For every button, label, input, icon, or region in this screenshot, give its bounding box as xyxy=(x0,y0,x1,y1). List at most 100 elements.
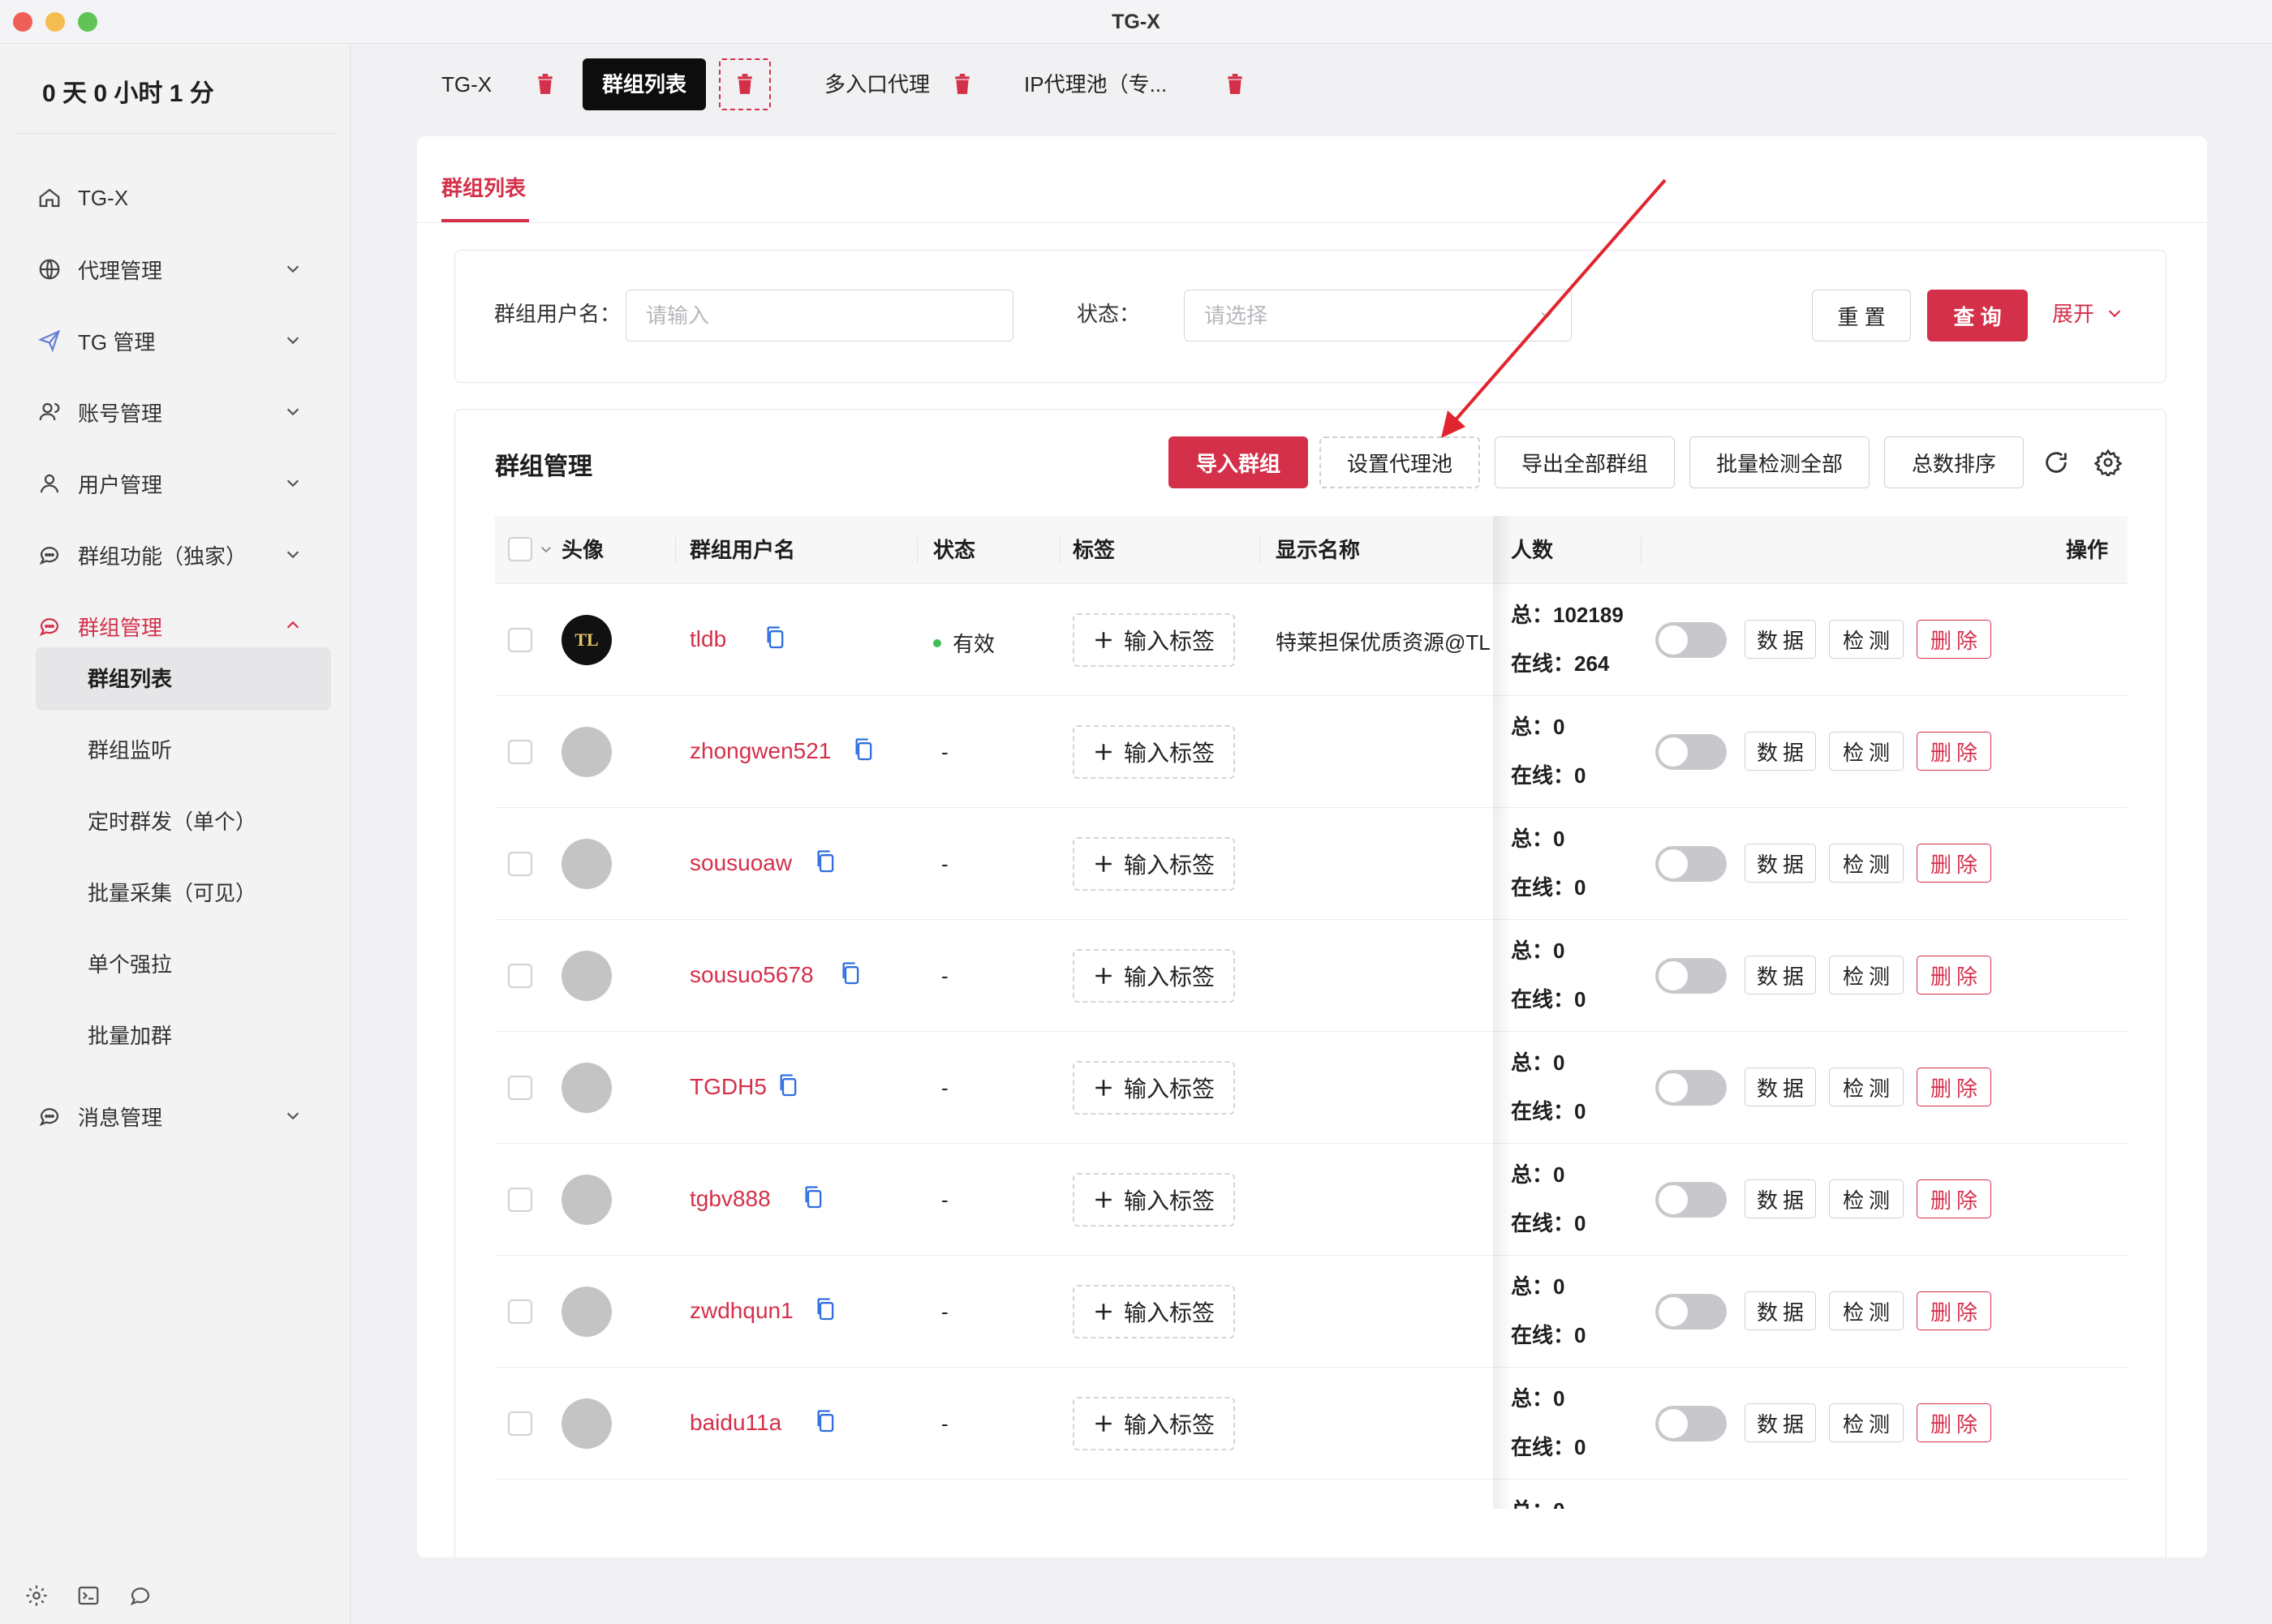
delete-button[interactable]: 删除 xyxy=(1917,956,1991,995)
enable-toggle[interactable] xyxy=(1655,1070,1727,1106)
enable-toggle[interactable] xyxy=(1655,1182,1727,1218)
copy-icon[interactable] xyxy=(803,1184,825,1210)
data-button[interactable]: 数据 xyxy=(1745,620,1816,659)
status-filter-select[interactable]: 请选择 xyxy=(1184,290,1572,342)
delete-button[interactable]: 删除 xyxy=(1917,1068,1991,1106)
settings-icon[interactable] xyxy=(23,1582,50,1609)
input-tag-button[interactable]: 输入标签 xyxy=(1073,837,1235,891)
check-button[interactable]: 检测 xyxy=(1829,1179,1904,1218)
tab-tgx[interactable]: TG-X xyxy=(422,58,511,110)
data-button[interactable]: 数据 xyxy=(1745,844,1816,883)
chevron-down-icon[interactable] xyxy=(539,542,553,556)
set-proxy-pool-button[interactable]: 设置代理池 xyxy=(1319,436,1480,488)
enable-toggle[interactable] xyxy=(1655,1294,1727,1330)
group-username-link[interactable]: tldb xyxy=(690,626,726,652)
delete-button[interactable]: 删除 xyxy=(1917,732,1991,771)
input-tag-button[interactable]: 输入标签 xyxy=(1073,949,1235,1003)
input-tag-button[interactable]: 输入标签 xyxy=(1073,1061,1235,1115)
enable-toggle[interactable] xyxy=(1655,958,1727,994)
data-button[interactable]: 数据 xyxy=(1745,1291,1816,1330)
group-username-link[interactable]: sousuoaw xyxy=(690,850,792,876)
row-checkbox[interactable] xyxy=(508,964,532,988)
check-button[interactable]: 检测 xyxy=(1829,844,1904,883)
data-button[interactable]: 数据 xyxy=(1745,732,1816,771)
sidebar-item-group-management[interactable]: 群组管理 xyxy=(36,602,312,651)
sidebar-subitem-batch-join[interactable]: 批量加群 xyxy=(36,1004,331,1068)
sidebar-subitem-single-pull[interactable]: 单个强拉 xyxy=(36,933,331,996)
row-checkbox[interactable] xyxy=(508,1411,532,1436)
check-button[interactable]: 检测 xyxy=(1829,1068,1904,1106)
close-tab-group-list-button[interactable] xyxy=(719,58,771,110)
group-username-link[interactable]: baidu11a xyxy=(690,1410,781,1436)
sidebar-item-accounts[interactable]: 账号管理 xyxy=(36,388,312,436)
check-button[interactable]: 检测 xyxy=(1829,1403,1904,1442)
copy-icon[interactable] xyxy=(815,1296,837,1322)
sidebar-item-tgx[interactable]: TG-X xyxy=(36,174,312,222)
row-checkbox[interactable] xyxy=(508,628,532,652)
export-all-groups-button[interactable]: 导出全部群组 xyxy=(1495,436,1675,488)
close-tab-tgx-button[interactable] xyxy=(519,58,571,110)
sidebar-subitem-group-list[interactable]: 群组列表 xyxy=(36,647,331,711)
delete-button[interactable]: 删除 xyxy=(1917,1291,1991,1330)
row-checkbox[interactable] xyxy=(508,852,532,876)
sidebar-item-tg[interactable]: TG 管理 xyxy=(36,316,312,365)
copy-icon[interactable] xyxy=(853,737,876,763)
close-tab-ip-proxy-pool-button[interactable] xyxy=(1209,58,1261,110)
sidebar-item-messages[interactable]: 消息管理 xyxy=(36,1092,312,1141)
sidebar-item-users[interactable]: 用户管理 xyxy=(36,459,312,508)
sidebar-item-proxy[interactable]: 代理管理 xyxy=(36,245,312,294)
copy-icon[interactable] xyxy=(777,1072,800,1098)
check-button[interactable]: 检测 xyxy=(1829,620,1904,659)
page-tab-group-list[interactable]: 群组列表 xyxy=(441,172,526,202)
copy-icon[interactable] xyxy=(840,960,863,986)
group-username-link[interactable]: TGDH5 xyxy=(690,1074,767,1100)
tab-group-list[interactable]: 群组列表 xyxy=(583,58,707,110)
data-button[interactable]: 数据 xyxy=(1745,1068,1816,1106)
sort-by-total-button[interactable]: 总数排序 xyxy=(1884,436,2024,488)
input-tag-button[interactable]: 输入标签 xyxy=(1073,1285,1235,1338)
data-button[interactable]: 数据 xyxy=(1745,956,1816,995)
group-username-link[interactable]: zhongwen521 xyxy=(690,738,831,764)
batch-check-all-button[interactable]: 批量检测全部 xyxy=(1689,436,1870,488)
delete-button[interactable]: 删除 xyxy=(1917,844,1991,883)
enable-toggle[interactable] xyxy=(1655,734,1727,770)
delete-button[interactable]: 删除 xyxy=(1917,1403,1991,1442)
group-username-link[interactable]: tgbv888 xyxy=(690,1186,771,1212)
enable-toggle[interactable] xyxy=(1655,846,1727,882)
input-tag-button[interactable]: 输入标签 xyxy=(1073,1173,1235,1227)
refresh-icon[interactable] xyxy=(2040,446,2072,479)
sidebar-subitem-batch-collect[interactable]: 批量采集（可见） xyxy=(36,861,331,925)
data-button[interactable]: 数据 xyxy=(1745,1403,1816,1442)
copy-icon[interactable] xyxy=(815,1408,837,1434)
input-tag-button[interactable]: 输入标签 xyxy=(1073,613,1235,667)
sidebar-item-group-features[interactable]: 群组功能（独家） xyxy=(36,531,312,579)
reset-button[interactable]: 重 置 xyxy=(1812,290,1911,342)
enable-toggle[interactable] xyxy=(1655,1406,1727,1441)
delete-button[interactable]: 删除 xyxy=(1917,620,1991,659)
tab-multi-entry-proxy[interactable]: 多入口代理 xyxy=(805,58,949,110)
close-tab-multi-entry-proxy-button[interactable] xyxy=(936,58,988,110)
enable-toggle[interactable] xyxy=(1655,622,1727,658)
row-checkbox[interactable] xyxy=(508,1188,532,1212)
column-settings-icon[interactable] xyxy=(2092,446,2124,479)
chat-icon[interactable] xyxy=(127,1582,154,1609)
data-button[interactable]: 数据 xyxy=(1745,1179,1816,1218)
tab-ip-proxy-pool[interactable]: IP代理池（专... xyxy=(1005,58,1186,110)
query-button[interactable]: 查 询 xyxy=(1927,290,2028,342)
row-checkbox[interactable] xyxy=(508,740,532,764)
sidebar-subitem-group-monitor[interactable]: 群组监听 xyxy=(36,719,331,782)
terminal-icon[interactable] xyxy=(75,1582,102,1609)
group-username-link[interactable]: sousuo5678 xyxy=(690,962,814,988)
input-tag-button[interactable]: 输入标签 xyxy=(1073,1397,1235,1450)
check-button[interactable]: 检测 xyxy=(1829,732,1904,771)
row-checkbox[interactable] xyxy=(508,1076,532,1100)
username-filter-input[interactable]: 请输入 xyxy=(626,290,1013,342)
select-all-checkbox[interactable] xyxy=(508,537,532,561)
import-groups-button[interactable]: 导入群组 xyxy=(1168,436,1308,488)
sidebar-subitem-scheduled-broadcast[interactable]: 定时群发（单个） xyxy=(36,790,331,853)
copy-icon[interactable] xyxy=(764,625,787,651)
group-username-link[interactable]: zwdhqun1 xyxy=(690,1298,794,1324)
expand-filter-link[interactable]: 展开 xyxy=(2052,298,2124,328)
input-tag-button[interactable]: 输入标签 xyxy=(1073,725,1235,779)
copy-icon[interactable] xyxy=(815,849,837,874)
